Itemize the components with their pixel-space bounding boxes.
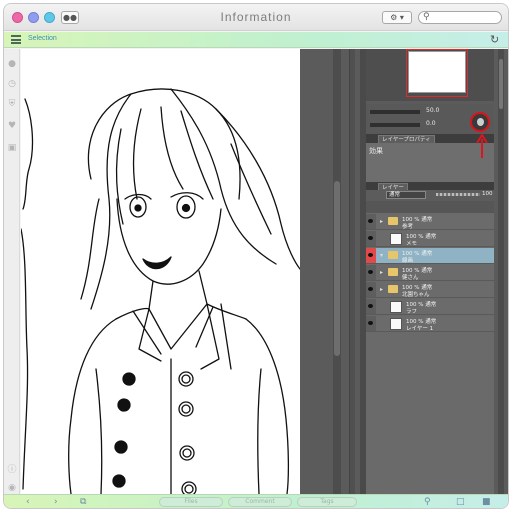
layer-row[interactable]: ▾ 100 % 通常 線画: [366, 248, 494, 264]
canvas-scrollbar[interactable]: [333, 49, 341, 494]
rotate-value: 0.0: [426, 120, 436, 127]
blend-mode-select[interactable]: 通常: [386, 191, 426, 199]
tags-button[interactable]: Tags: [297, 497, 357, 507]
navigator-panel[interactable]: [366, 49, 494, 101]
layer-panel: 通常 100 ▸ 100 % 通常 参考 100 % 通常 メモ ▾ 100 % 通常 線画 ▸…: [366, 190, 494, 494]
layer-tools-bar: [366, 201, 494, 213]
copy-icon[interactable]: ⧉: [80, 496, 86, 508]
gear-icon: ⚙ ▾: [390, 13, 404, 22]
eye-icon[interactable]: [366, 248, 376, 263]
trash-icon[interactable]: ■: [482, 496, 491, 508]
folder-icon: [388, 268, 398, 276]
app-panels: 50.0 0.0 レイヤープロパティ 効果 レイヤー 通常 100 ▸ 100 %…: [300, 49, 508, 494]
chevron-left-icon[interactable]: ‹: [26, 496, 30, 508]
refresh-icon[interactable]: ↻: [490, 33, 499, 46]
opacity-value: 100: [482, 191, 493, 197]
navigator-view-frame[interactable]: [406, 49, 468, 97]
highlighted-tool-button[interactable]: [470, 112, 490, 132]
info-icon[interactable]: ⓘ: [7, 465, 17, 475]
folder-icon[interactable]: □: [456, 496, 465, 508]
card-icon[interactable]: ▣: [7, 143, 17, 153]
lock-icon[interactable]: ⚲: [424, 496, 431, 508]
zoom-slider[interactable]: [370, 110, 420, 114]
eye-icon[interactable]: [366, 214, 376, 229]
layer-name: 北園ちゃん: [402, 292, 430, 298]
layer-name: メモ: [406, 241, 418, 247]
rotate-slider[interactable]: [370, 123, 420, 127]
globe-icon[interactable]: ◉: [7, 483, 17, 493]
tab-layer-property[interactable]: レイヤープロパティ: [378, 135, 435, 143]
search-field[interactable]: ⚲: [418, 11, 502, 24]
eye-icon[interactable]: [366, 316, 376, 331]
expand-arrow-icon[interactable]: ▸: [380, 218, 383, 225]
layer-row[interactable]: 100 % 通常 ラフ: [366, 299, 494, 315]
zoom-value: 50.0: [426, 107, 440, 114]
person-icon[interactable]: ●: [7, 59, 17, 69]
app-window: ●● Information ⚙ ▾ ⚲ Selection ↻ ● ◷ ⛨ ♥…: [3, 3, 509, 509]
layer-row[interactable]: ▸ 100 % 通常 参考: [366, 214, 494, 230]
comment-button[interactable]: Comment: [228, 497, 292, 507]
left-sidebar: ● ◷ ⛨ ♥ ▣ ⓘ ◉: [4, 49, 20, 494]
bottom-bar: ‹ › ⧉ Files Comment Tags ⚲ □ ■: [4, 494, 508, 508]
panel-scrollbar[interactable]: [498, 49, 504, 494]
selection-label: Selection: [28, 35, 57, 42]
layer-blend-bar: 通常 100: [366, 190, 494, 201]
title-bar: ●● Information ⚙ ▾ ⚲: [4, 4, 508, 31]
tool-panel: 50.0 0.0: [366, 104, 494, 134]
folder-icon: [388, 217, 398, 225]
panel-divider: [349, 49, 355, 494]
effect-label: 効果: [369, 147, 383, 155]
layer-row[interactable]: ▸ 100 % 通常 健さん: [366, 265, 494, 281]
layer-name: 参考: [402, 224, 414, 230]
hamburger-icon[interactable]: [11, 35, 21, 44]
drawing-canvas[interactable]: [21, 49, 300, 494]
expand-arrow-icon[interactable]: ▸: [380, 286, 383, 293]
manga-line-art: [21, 88, 300, 494]
layer-row[interactable]: 100 % 通常 メモ: [366, 231, 494, 247]
eye-icon[interactable]: [366, 299, 376, 314]
folder-icon: [388, 285, 398, 293]
files-button[interactable]: Files: [159, 497, 223, 507]
selection-bar: Selection ↻: [4, 32, 508, 48]
layer-thumbnail: [390, 301, 402, 313]
chevron-right-icon[interactable]: ›: [54, 496, 58, 508]
expand-arrow-icon[interactable]: ▾: [380, 252, 383, 259]
shield-icon[interactable]: ⛨: [7, 99, 17, 109]
settings-button[interactable]: ⚙ ▾: [382, 11, 412, 24]
eye-icon[interactable]: [366, 231, 376, 246]
opacity-slider[interactable]: [436, 193, 480, 196]
layer-row[interactable]: 100 % 通常 レイヤー 1: [366, 316, 494, 332]
layer-name: ラフ: [406, 309, 418, 315]
layer-thumbnail: [390, 318, 402, 330]
eye-icon[interactable]: [366, 282, 376, 297]
layer-name: 健さん: [402, 275, 419, 281]
layer-thumbnail: [390, 233, 402, 245]
layer-name: 線画: [402, 258, 414, 264]
clock-icon[interactable]: ◷: [7, 79, 17, 89]
heart-icon[interactable]: ♥: [7, 121, 17, 131]
eye-icon[interactable]: [366, 265, 376, 280]
folder-icon: [388, 251, 398, 259]
red-arrow-annotation: [476, 133, 488, 158]
search-icon: ⚲: [423, 12, 430, 22]
layer-row[interactable]: ▸ 100 % 通常 北園ちゃん: [366, 282, 494, 298]
expand-arrow-icon[interactable]: ▸: [380, 269, 383, 276]
layer-name: レイヤー 1: [406, 326, 434, 332]
